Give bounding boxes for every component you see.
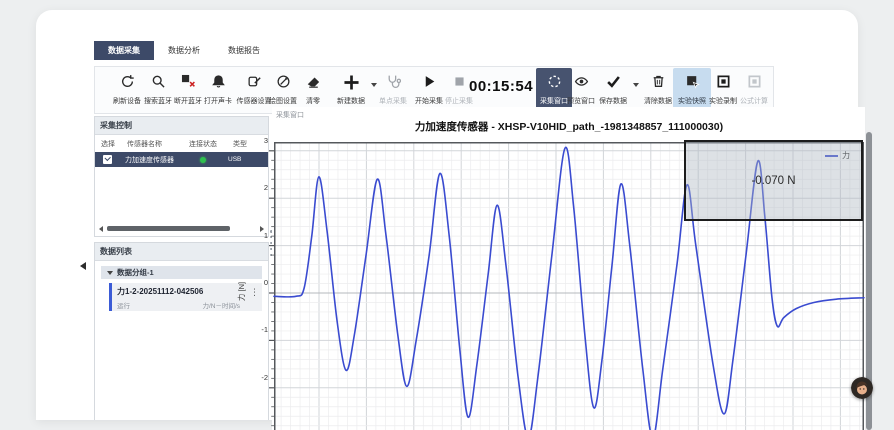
measurement-value: -0.070 N xyxy=(751,175,795,187)
toolbar-item-label: 新建数据 xyxy=(331,96,371,106)
col-conn-status: 连接状态 xyxy=(189,139,233,149)
data-list-panel: 数据列表 数据分组-1 力1-2-20251112-042506 运行 力/N－… xyxy=(94,242,269,420)
col-select: 选择 xyxy=(95,139,127,149)
formula-calc-button[interactable]: 公式计算 xyxy=(734,68,774,112)
sensor-name: 力加速度传感器 xyxy=(125,155,186,165)
y-tick-label: 1 xyxy=(246,231,268,240)
y-tick-label: -1 xyxy=(246,325,268,334)
main-tabbar: 数据采集 数据分析 数据报告 xyxy=(94,41,274,60)
data-group-row[interactable]: 数据分组-1 xyxy=(101,266,262,279)
measurement-annotation-box[interactable]: -0.070 N xyxy=(684,140,863,221)
single-point-button[interactable]: 单点采集 xyxy=(373,68,413,112)
app-window: 数据采集 数据分析 数据报告 刷新设备 搜索蓝牙 断开蓝牙 xyxy=(36,10,858,420)
y-tick-label: -2 xyxy=(246,373,268,382)
new-data-button[interactable]: 新建数据 xyxy=(331,68,371,112)
tab-data-report[interactable]: 数据报告 xyxy=(214,41,274,60)
sensor-table-hscrollbar[interactable] xyxy=(97,225,266,233)
status-dot xyxy=(200,157,206,163)
sensor-type: USB xyxy=(228,156,241,163)
acquisition-timer: 00:15:54 xyxy=(469,78,533,95)
toolbar-item-label: 公式计算 xyxy=(734,96,774,106)
toolbar-item-label: 清零 xyxy=(293,96,333,106)
acquisition-control-panel: 采集控制 选择 传感器名称 连接状态 类型 力加速度传感器 USB xyxy=(94,116,269,237)
panel-title: 数据列表 xyxy=(95,243,268,261)
y-tick-label: 0 xyxy=(246,278,268,287)
toolbar-item-label: 清除数据 xyxy=(638,96,678,106)
tab-data-analysis[interactable]: 数据分析 xyxy=(154,41,214,60)
sensor-table-header: 选择 传感器名称 连接状态 类型 xyxy=(95,135,268,152)
data-item-axes: 力/N－时间/s xyxy=(202,300,240,310)
zero-button[interactable]: 清零 xyxy=(293,68,333,112)
scroll-left-icon[interactable] xyxy=(99,226,103,232)
data-group-label: 数据分组-1 xyxy=(117,267,154,278)
eraser-icon xyxy=(293,68,333,96)
hscroll-thumb[interactable] xyxy=(107,226,230,231)
more-vertical-icon[interactable]: ⋮ xyxy=(250,287,259,298)
sensor-row[interactable]: 力加速度传感器 USB xyxy=(95,152,268,167)
desktop-background: 数据采集 数据分析 数据报告 刷新设备 搜索蓝牙 断开蓝牙 xyxy=(0,0,894,420)
check-icon xyxy=(593,68,633,96)
clear-data-button[interactable]: 清除数据 xyxy=(638,68,678,112)
chevron-down-icon xyxy=(107,271,113,275)
y-tick-label: 3 xyxy=(246,136,268,145)
col-sensor-name: 传感器名称 xyxy=(127,139,189,149)
toolbar-item-label: 停止采集 xyxy=(439,96,479,106)
sensor-checkbox[interactable] xyxy=(103,155,112,164)
sidebar-collapse-icon[interactable] xyxy=(80,262,86,270)
tab-data-acquisition[interactable]: 数据采集 xyxy=(94,41,154,60)
plus-icon xyxy=(331,68,371,96)
toolbar-item-label: 保存数据 xyxy=(593,96,633,106)
chart-title: 力加速度传感器 - XHSP-V10HID_path_-1981348857_1… xyxy=(274,119,864,134)
trash-icon xyxy=(638,68,678,96)
save-data-button[interactable]: 保存数据 xyxy=(593,68,633,112)
assistant-avatar-button[interactable] xyxy=(851,377,873,399)
avatar-face-icon xyxy=(851,377,873,399)
formula-frame-icon xyxy=(734,68,774,96)
toolbar-item-label: 单点采集 xyxy=(373,96,413,106)
data-item-status: 运行 xyxy=(117,300,130,310)
panel-title: 采集控制 xyxy=(95,117,268,135)
single-point-icon xyxy=(373,68,413,96)
y-tick-label: 2 xyxy=(246,183,268,192)
